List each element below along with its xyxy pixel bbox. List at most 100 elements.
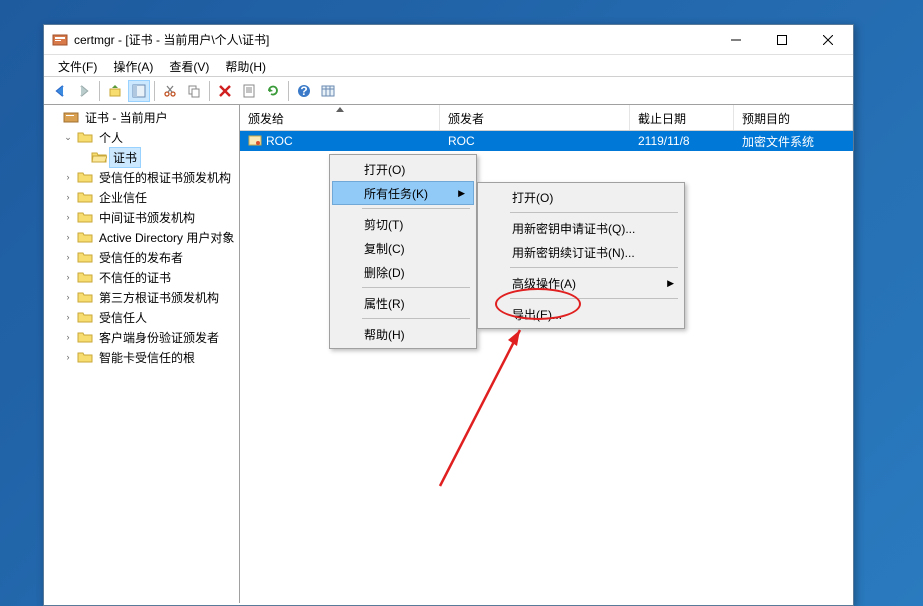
menu-file[interactable]: 文件(F) [50, 55, 105, 76]
statusbar [44, 603, 853, 605]
folder-icon [77, 350, 93, 364]
tree-label: 证书 - 当前用户 [82, 108, 171, 127]
tree-personal[interactable]: ⌄ 个人 [44, 127, 239, 147]
ctx-separator [510, 267, 678, 268]
folder-icon [77, 230, 93, 244]
folder-icon [77, 310, 93, 324]
expand-icon[interactable]: › [62, 331, 74, 343]
tree-intermediate-ca[interactable]: › 中间证书颁发机构 [44, 207, 239, 227]
submenu-arrow-icon: ▶ [458, 188, 465, 199]
copy-button[interactable] [183, 80, 205, 102]
expand-icon[interactable]: › [62, 171, 74, 183]
column-issued-to[interactable]: 颁发给 [240, 105, 440, 130]
ctx-separator [362, 318, 470, 319]
forward-button[interactable] [73, 80, 95, 102]
tree-untrusted[interactable]: › 不信任的证书 [44, 267, 239, 287]
tree-root[interactable]: 证书 - 当前用户 [44, 107, 239, 127]
cell-issued-by: ROC [440, 132, 630, 150]
properties-button[interactable] [238, 80, 260, 102]
window-controls [713, 25, 851, 54]
folder-icon [77, 210, 93, 224]
ctx-properties[interactable]: 属性(R) [332, 291, 474, 315]
tree-trusted-root[interactable]: › 受信任的根证书颁发机构 [44, 167, 239, 187]
tree-label: 智能卡受信任的根 [96, 348, 198, 367]
menu-action[interactable]: 操作(A) [105, 55, 161, 76]
menu-view[interactable]: 查看(V) [161, 55, 217, 76]
ctx-separator [362, 287, 470, 288]
toolbar: ? [44, 77, 853, 105]
tree-trusted-people[interactable]: › 受信任人 [44, 307, 239, 327]
spacer-icon [76, 151, 88, 163]
expand-icon[interactable]: › [62, 311, 74, 323]
ctx-advanced[interactable]: 高级操作(A)▶ [480, 271, 682, 295]
ctx-export[interactable]: 导出(E)... [480, 302, 682, 326]
expand-icon[interactable]: › [62, 271, 74, 283]
context-menu: 打开(O) 所有任务(K)▶ 剪切(T) 复制(C) 删除(D) 属性(R) 帮… [329, 154, 477, 349]
ctx-all-tasks[interactable]: 所有任务(K)▶ [332, 181, 474, 205]
delete-button[interactable] [214, 80, 236, 102]
expand-icon[interactable]: › [62, 351, 74, 363]
folder-icon [77, 250, 93, 264]
minimize-button[interactable] [713, 25, 759, 54]
app-icon [52, 32, 68, 48]
ctx-separator [362, 208, 470, 209]
tree-ad-user-object[interactable]: › Active Directory 用户对象 [44, 227, 239, 247]
folder-icon [77, 330, 93, 344]
ctx-copy[interactable]: 复制(C) [332, 236, 474, 260]
view-options-button[interactable] [317, 80, 339, 102]
collapse-icon[interactable]: ⌄ [62, 131, 74, 143]
ctx-renew-new-key[interactable]: 用新密钥续订证书(N)... [480, 240, 682, 264]
tree-label: 证书 [110, 148, 140, 167]
certificate-icon [248, 134, 262, 148]
up-button[interactable] [104, 80, 126, 102]
close-button[interactable] [805, 25, 851, 54]
expand-icon[interactable]: › [62, 291, 74, 303]
folder-icon [77, 190, 93, 204]
tree-trusted-publishers[interactable]: › 受信任的发布者 [44, 247, 239, 267]
tree-label: 客户端身份验证颁发者 [96, 328, 222, 347]
folder-icon [77, 130, 93, 144]
tree-panel[interactable]: 证书 - 当前用户 ⌄ 个人 证书 › 受信任的根证书颁发机构 › 企业信任 [44, 105, 240, 603]
ctx-delete[interactable]: 删除(D) [332, 260, 474, 284]
tree-label: 受信任的发布者 [96, 248, 186, 267]
collapse-icon[interactable] [48, 111, 60, 123]
window-title: certmgr - [证书 - 当前用户\个人\证书] [74, 31, 713, 48]
tree-third-party-root[interactable]: › 第三方根证书颁发机构 [44, 287, 239, 307]
menu-help[interactable]: 帮助(H) [217, 55, 274, 76]
ctx-cut[interactable]: 剪切(T) [332, 212, 474, 236]
ctx-open[interactable]: 打开(O) [332, 157, 474, 181]
tree-certificates[interactable]: 证书 [44, 147, 239, 167]
titlebar: certmgr - [证书 - 当前用户\个人\证书] [44, 25, 853, 55]
ctx-help[interactable]: 帮助(H) [332, 322, 474, 346]
folder-open-icon [91, 150, 107, 164]
expand-icon[interactable]: › [62, 191, 74, 203]
column-expiration[interactable]: 截止日期 [630, 105, 734, 130]
tree-label: 不信任的证书 [96, 268, 174, 287]
ctx-open-2[interactable]: 打开(O) [480, 185, 682, 209]
expand-icon[interactable]: › [62, 231, 74, 243]
cut-button[interactable] [159, 80, 181, 102]
column-purpose[interactable]: 预期目的 [734, 105, 853, 130]
cert-store-icon [63, 110, 79, 124]
tree-smartcard-trusted-roots[interactable]: › 智能卡受信任的根 [44, 347, 239, 367]
tree-enterprise-trust[interactable]: › 企业信任 [44, 187, 239, 207]
cell-expiration: 2119/11/8 [630, 132, 734, 150]
menubar: 文件(F) 操作(A) 查看(V) 帮助(H) [44, 55, 853, 77]
show-tree-button[interactable] [128, 80, 150, 102]
expand-icon[interactable]: › [62, 251, 74, 263]
expand-icon[interactable]: › [62, 211, 74, 223]
tree-label: Active Directory 用户对象 [96, 228, 237, 247]
back-button[interactable] [49, 80, 71, 102]
help-button[interactable]: ? [293, 80, 315, 102]
folder-icon [77, 290, 93, 304]
table-row[interactable]: ROC ROC 2119/11/8 加密文件系统 [240, 131, 853, 151]
tree-client-auth-issuers[interactable]: › 客户端身份验证颁发者 [44, 327, 239, 347]
refresh-button[interactable] [262, 80, 284, 102]
ctx-request-new-key[interactable]: 用新密钥申请证书(Q)... [480, 216, 682, 240]
maximize-button[interactable] [759, 25, 805, 54]
column-issued-by[interactable]: 颁发者 [440, 105, 630, 130]
folder-icon [77, 170, 93, 184]
submenu-arrow-icon: ▶ [667, 278, 674, 289]
tree-label: 中间证书颁发机构 [96, 208, 198, 227]
svg-text:?: ? [300, 84, 307, 98]
